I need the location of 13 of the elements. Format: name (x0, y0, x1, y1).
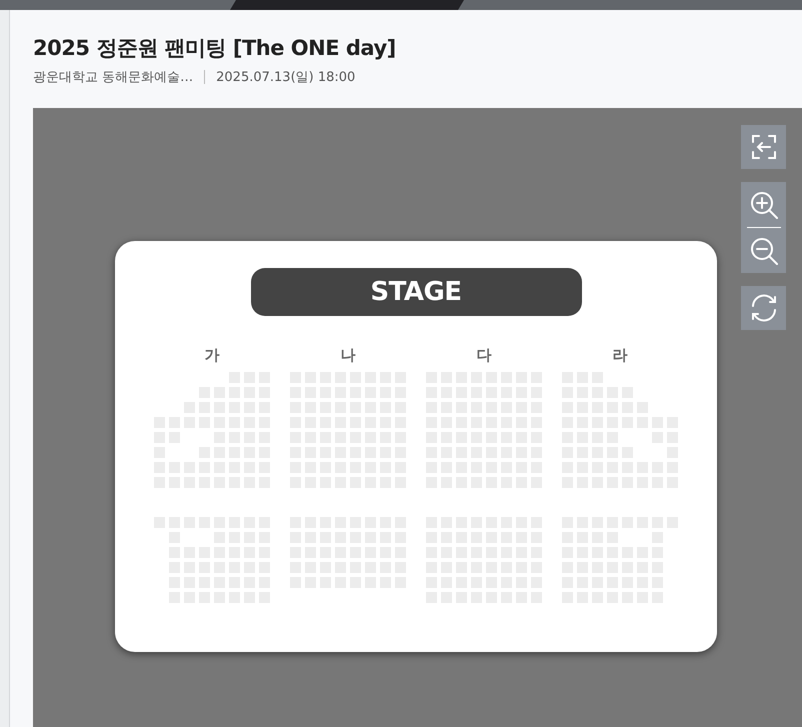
zoom-out-icon (748, 236, 778, 266)
event-title: 2025 정준원 팬미팅 [The ONE day] (33, 35, 397, 62)
zoom-in-icon (748, 190, 778, 220)
section-label: 다 (476, 346, 492, 366)
fit-screen-icon (750, 133, 778, 161)
venue-text: 광운대학교 동해문화예술… (33, 69, 194, 86)
refresh-button[interactable] (741, 286, 786, 330)
section-label: 라 (612, 346, 628, 366)
stage-label: STAGE (250, 268, 582, 316)
event-datetime: 2025.07.13(일) 18:00 (216, 69, 356, 86)
fit-screen-button[interactable] (741, 125, 786, 169)
section-label: 나 (340, 346, 356, 366)
section-label: 가 (204, 346, 220, 366)
